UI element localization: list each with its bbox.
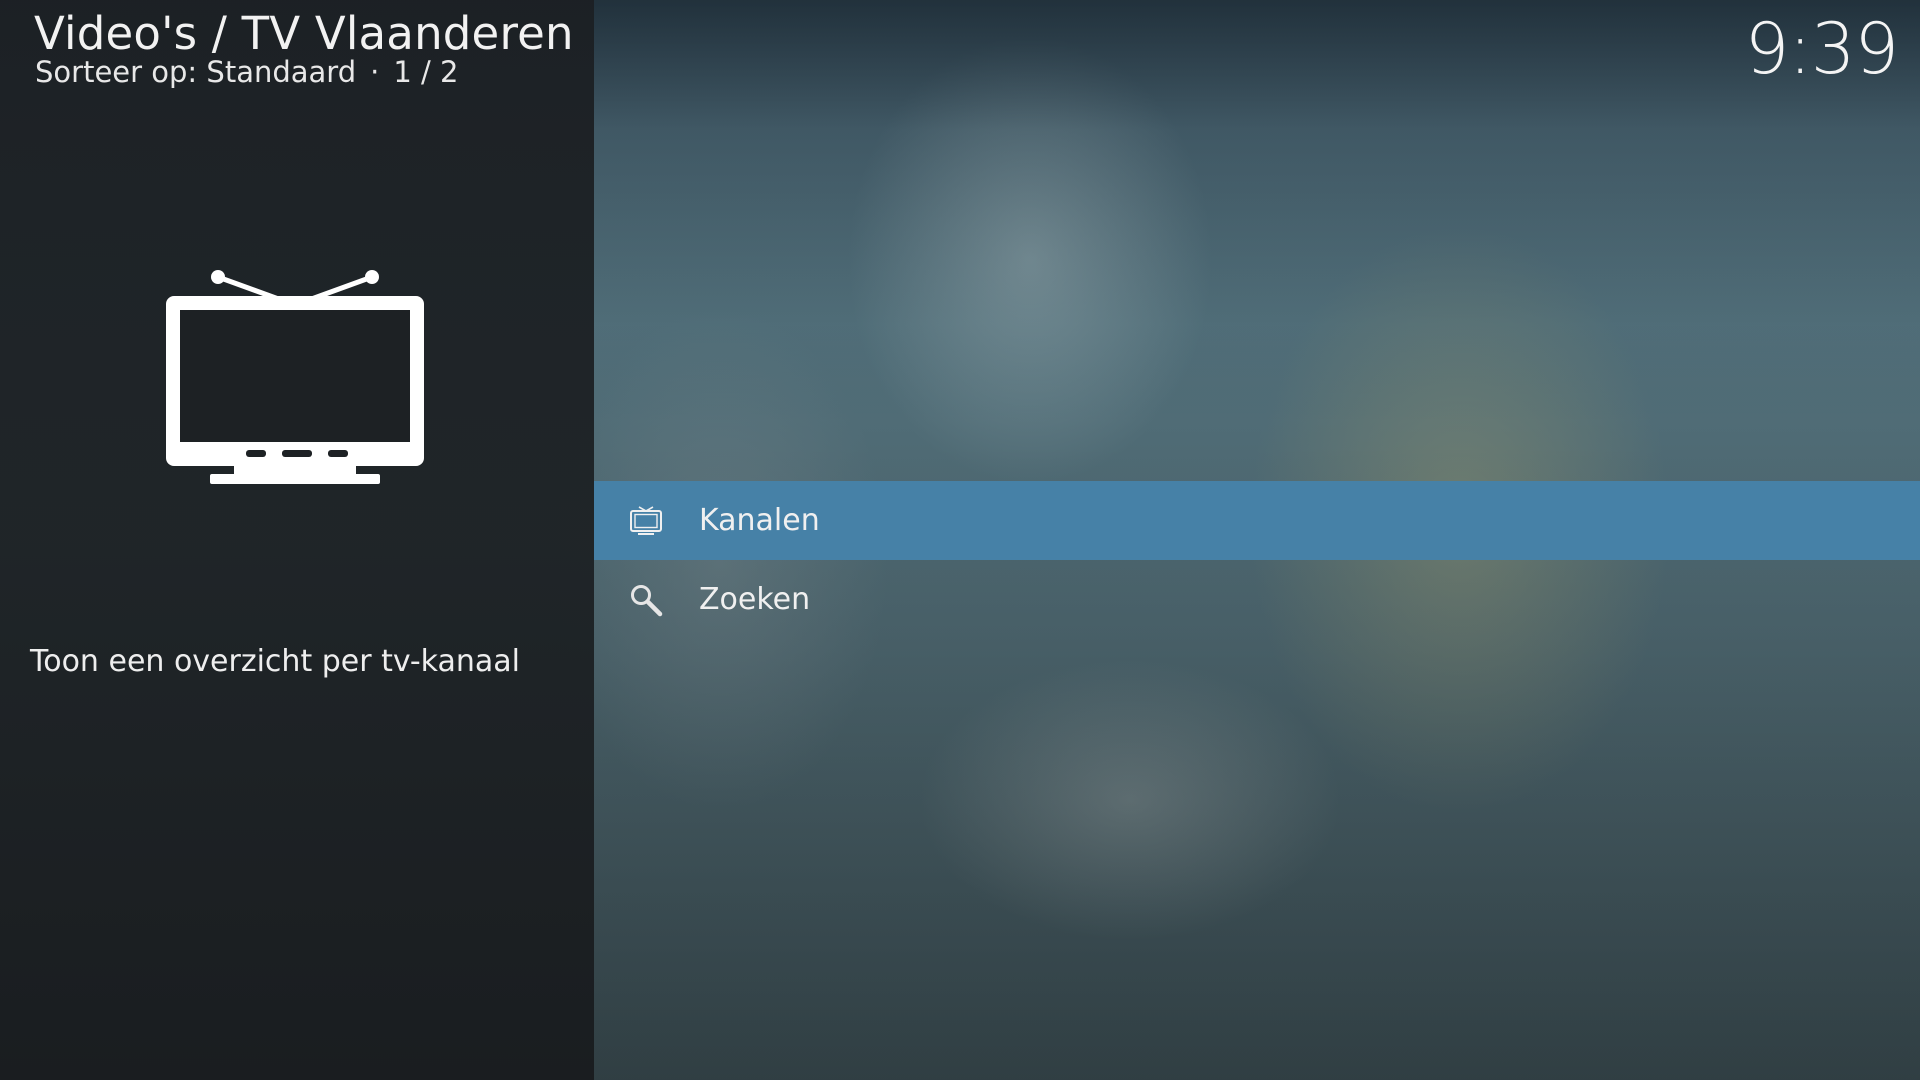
tv-icon: [166, 270, 424, 484]
page-indicator: 1 / 2: [393, 55, 459, 89]
list-item-zoeken[interactable]: Zoeken: [594, 560, 1920, 639]
item-description: Toon een overzicht per tv-kanaal: [30, 644, 520, 679]
list-item-kanalen[interactable]: Kanalen: [594, 481, 1920, 560]
sort-label[interactable]: Sorteer op: Standaard: [35, 55, 356, 89]
list-item-label: Zoeken: [699, 582, 811, 617]
clock: 9:39: [1744, 8, 1899, 90]
sort-info: Sorteer op: Standaard · 1 / 2: [35, 54, 458, 90]
info-panel: [0, 0, 594, 1080]
kodi-screen: Video's / TV Vlaanderen Sorteer op: Stan…: [0, 0, 1920, 1080]
menu-list: Kanalen Zoeken: [594, 481, 1920, 639]
separator: ·: [370, 55, 380, 89]
tv-icon: [630, 505, 662, 535]
search-icon: [631, 584, 663, 616]
list-item-label: Kanalen: [699, 503, 820, 538]
